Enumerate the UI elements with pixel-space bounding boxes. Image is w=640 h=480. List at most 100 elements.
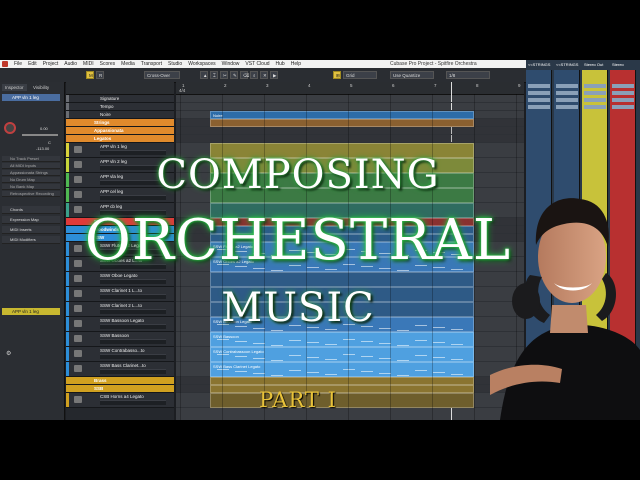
midi-note (217, 118, 229, 119)
insert-slot[interactable] (528, 84, 550, 88)
menu-item-media[interactable]: Media (121, 60, 135, 68)
mode-select[interactable]: Cross-Over (144, 71, 180, 79)
insert-slot[interactable] (584, 98, 606, 102)
insert-slot[interactable] (528, 105, 550, 109)
play-tool-icon[interactable]: ▶ (270, 71, 278, 79)
midi-part[interactable]: SSW Contrabassoon Legato (210, 347, 474, 362)
read-button[interactable]: R (96, 71, 104, 79)
track-controls[interactable] (100, 369, 166, 374)
insert-slot[interactable] (556, 105, 578, 109)
menu-item-edit[interactable]: Edit (28, 60, 37, 68)
tab-visibility[interactable]: Visibility (30, 84, 52, 91)
track-row[interactable]: SSW Contrabasso...to (66, 347, 174, 362)
track-color-swatch (66, 103, 69, 110)
menu-item-scores[interactable]: Scores (100, 60, 116, 68)
track-color-swatch (66, 272, 69, 286)
insert-slot[interactable] (584, 84, 606, 88)
track-name: SSW Oboe Legato (100, 273, 138, 278)
title-line-2: ORCHESTRAL (84, 208, 512, 273)
insert-slot[interactable] (612, 98, 634, 102)
inspector-track-name[interactable]: APP vln 1 leg (2, 94, 60, 101)
track-row[interactable]: Legatos (66, 135, 174, 143)
track-row[interactable]: Strings (66, 119, 174, 127)
insert-slot[interactable] (556, 91, 578, 95)
insert-slot[interactable] (556, 84, 578, 88)
insert-slot[interactable] (584, 91, 606, 95)
insert-slot[interactable] (612, 105, 634, 109)
quantize-value-select[interactable]: 1/8 (446, 71, 490, 79)
settings-gear-icon[interactable]: ⚙ (6, 350, 11, 357)
folder-part[interactable] (210, 119, 474, 127)
ruler-bar-number: 6 (392, 83, 395, 88)
menu-item-help[interactable]: Help (291, 60, 301, 68)
document-title: Cubase Pro Project - Spitfire Orchestra (390, 61, 477, 67)
timeline-ruler[interactable]: 4/4 1 2 3 4 5 6 7 8 9 (176, 82, 524, 95)
insert-slot[interactable] (528, 91, 550, 95)
midi-part[interactable]: Noire (210, 111, 474, 119)
menu-item-vst-cloud[interactable]: VST Cloud (245, 60, 269, 68)
piano-keys-icon (74, 335, 82, 342)
midi-note (217, 369, 229, 370)
monitor-button[interactable]: M (86, 71, 94, 79)
range-tool-icon[interactable]: ⌶ (210, 71, 218, 79)
insert-slot[interactable] (556, 98, 578, 102)
track-controls[interactable] (100, 339, 166, 344)
menu-item-midi[interactable]: MIDI (83, 60, 94, 68)
track-color-swatch (66, 127, 69, 134)
insert-slot[interactable] (612, 84, 634, 88)
track-row[interactable]: Brass (66, 377, 174, 385)
midi-note (235, 356, 247, 357)
menu-item-hub[interactable]: Hub (276, 60, 285, 68)
track-row[interactable]: Tempo (66, 103, 174, 111)
midi-part[interactable]: SSW Bass Clarinet Legato (210, 362, 474, 377)
erase-tool-icon[interactable]: ⌫ (240, 71, 249, 79)
track-controls[interactable] (100, 354, 166, 359)
midi-note (325, 359, 337, 360)
midi-note (415, 355, 427, 356)
grid-select[interactable]: Grid (343, 71, 377, 79)
arrange-lane[interactable] (176, 95, 524, 103)
folder-part[interactable] (210, 377, 474, 385)
ruler-bar-number: 2 (224, 83, 227, 88)
track-row[interactable]: Noire (66, 111, 174, 119)
snap-toggle-icon[interactable]: ⊞ (333, 71, 341, 79)
quantize-mode-select[interactable]: Use Quantize (390, 71, 434, 79)
track-controls[interactable] (100, 279, 166, 284)
split-tool-icon[interactable]: ✂ (220, 71, 228, 79)
midi-part[interactable]: SSW Bassoon (210, 332, 474, 347)
track-row[interactable]: Signature (66, 95, 174, 103)
volume-fader[interactable] (22, 134, 58, 136)
menu-item-studio[interactable]: Studio (168, 60, 182, 68)
arrange-lane[interactable] (176, 103, 524, 111)
toolbar: M R Cross-Over ▲ ⌶ ✂ ✎ ⌫ ⌕ ✕ ▶ ⊞ Grid Us… (0, 68, 526, 83)
insert-slot[interactable] (612, 91, 634, 95)
menu-item-transport[interactable]: Transport (141, 60, 162, 68)
menu-item-workspaces[interactable]: Workspaces (188, 60, 215, 68)
record-knob-icon[interactable] (4, 122, 16, 134)
arrange-lane[interactable] (176, 135, 524, 143)
track-list-header (66, 82, 174, 95)
tab-inspector[interactable]: Inspector (2, 84, 27, 91)
midi-note (289, 118, 301, 119)
track-row[interactable]: SSW Bassoon (66, 332, 174, 347)
pan-value: C (48, 140, 51, 145)
zoom-tool-icon[interactable]: ⌕ (250, 71, 258, 79)
track-row[interactable]: Appassionata (66, 127, 174, 135)
menu-item-audio[interactable]: Audio (64, 60, 77, 68)
menu-item-window[interactable]: Window (222, 60, 240, 68)
select-tool-icon[interactable]: ▲ (200, 71, 208, 79)
mixer-channel-name: <<STRINGS (528, 62, 551, 67)
insert-slot[interactable] (528, 98, 550, 102)
arrange-lane[interactable] (176, 127, 524, 135)
mute-tool-icon[interactable]: ✕ (260, 71, 268, 79)
midi-note (397, 345, 409, 346)
insert-slot[interactable] (584, 105, 606, 109)
track-name: Brass (94, 378, 107, 383)
midi-note (289, 370, 301, 371)
menu-item-project[interactable]: Project (43, 60, 59, 68)
draw-tool-icon[interactable]: ✎ (230, 71, 238, 79)
mixer-channel-name: Stereo (612, 62, 624, 67)
track-name: SSW Contrabasso...to (100, 348, 145, 353)
menu-item-file[interactable]: File (14, 60, 22, 68)
track-row[interactable]: SSW Bass Clarinet...to (66, 362, 174, 377)
